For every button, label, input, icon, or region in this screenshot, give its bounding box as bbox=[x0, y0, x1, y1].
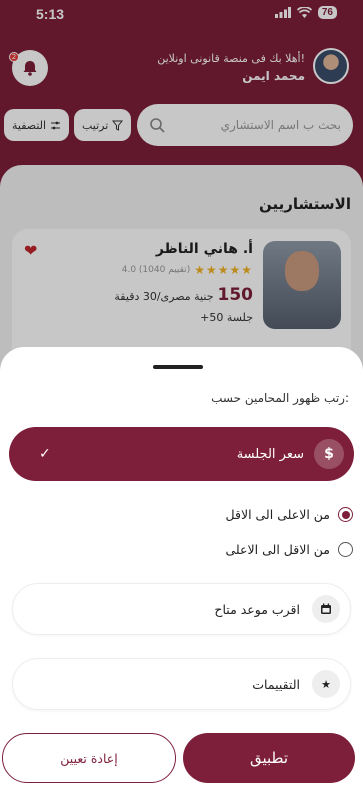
calendar-icon bbox=[312, 595, 340, 623]
sort-option-label: سعر الجلسة bbox=[236, 446, 304, 462]
sheet-title: رتب ظهور المحامين حسب: bbox=[211, 391, 349, 405]
sort-option-label: اقرب موعد متاح bbox=[214, 601, 300, 617]
star-icon: ★ bbox=[312, 670, 340, 698]
check-icon: ✓ bbox=[39, 446, 51, 462]
radio-button-unchecked[interactable] bbox=[338, 542, 353, 557]
apply-button[interactable]: تطبيق bbox=[183, 733, 355, 783]
sort-bottom-sheet: رتب ظهور المحامين حسب: ✓ سعر الجلسة $ من… bbox=[0, 347, 363, 800]
sort-option-ratings[interactable]: التقييمات ★ bbox=[12, 658, 351, 710]
dollar-icon: $ bbox=[314, 439, 344, 469]
sort-option-label: التقييمات bbox=[252, 676, 300, 692]
radio-high-to-low[interactable]: من الاعلى الى الاقل bbox=[225, 507, 353, 522]
radio-label-low-to-high: من الاقل الى الاعلى bbox=[225, 542, 331, 557]
sort-option-nearest-date[interactable]: اقرب موعد متاح bbox=[12, 583, 351, 635]
sort-option-session-price[interactable]: ✓ سعر الجلسة $ bbox=[9, 427, 354, 481]
drag-handle[interactable] bbox=[153, 365, 203, 369]
reset-button[interactable]: إعادة تعيين bbox=[2, 733, 176, 783]
radio-label-high-to-low: من الاعلى الى الاقل bbox=[225, 507, 331, 522]
radio-button-checked[interactable] bbox=[338, 507, 353, 522]
radio-low-to-high[interactable]: من الاقل الى الاعلى bbox=[225, 542, 353, 557]
sort-option-label-wrap: سعر الجلسة $ bbox=[237, 439, 344, 469]
